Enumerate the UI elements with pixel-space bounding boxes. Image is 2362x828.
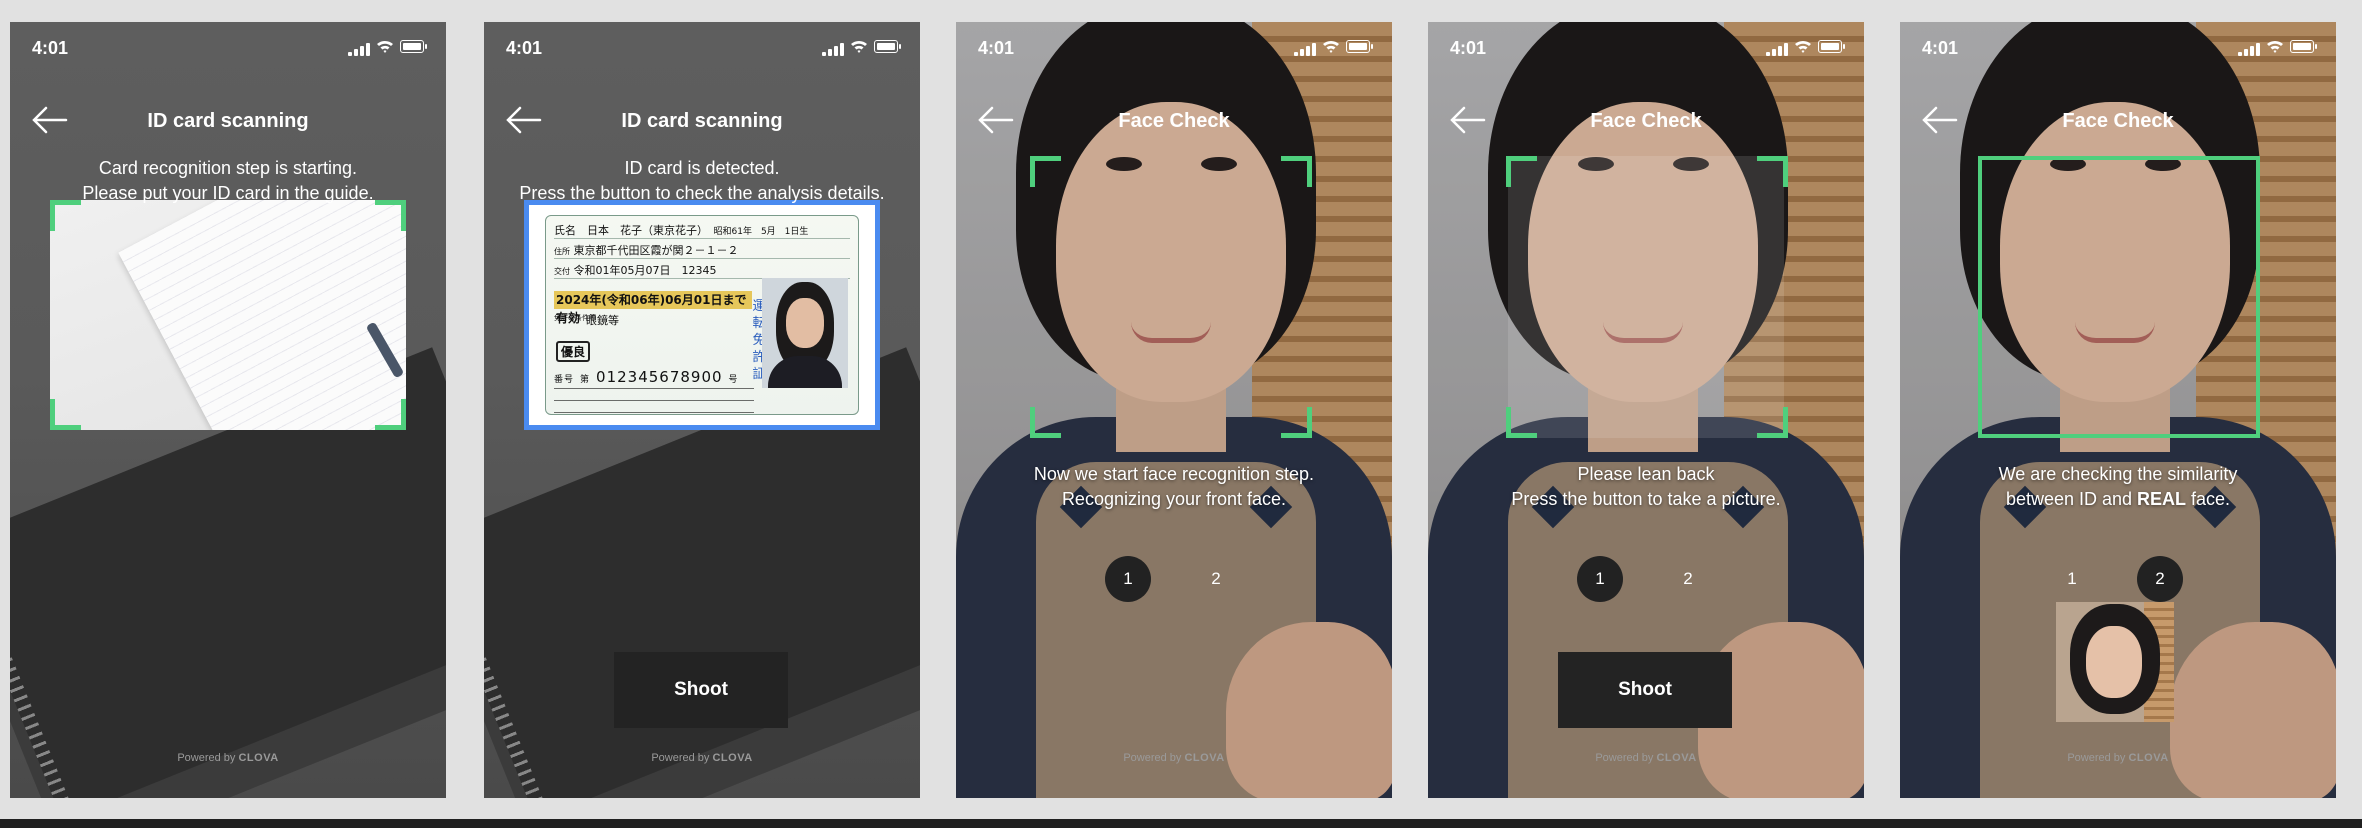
- license-portrait-image: [762, 278, 848, 388]
- wifi-icon: [2267, 40, 2283, 53]
- license-expiry: 2024年(令和06年)06月01日まで有効: [554, 291, 752, 325]
- battery-icon: [2290, 40, 2317, 53]
- signal-icon: [1294, 42, 1316, 56]
- screen-id-card-detected: 4:01 ID card scanning ID card is detecte…: [484, 22, 920, 798]
- nav-bar: ID card scanning: [10, 94, 446, 144]
- nav-bar: Face Check: [1900, 94, 2336, 144]
- wifi-icon: [1323, 40, 1339, 53]
- nav-bar: Face Check: [1428, 94, 1864, 144]
- signal-icon: [348, 42, 370, 56]
- signal-icon: [1766, 42, 1788, 56]
- powered-by-text: Powered by CLOVA: [651, 752, 753, 764]
- id-card-image: 氏名 日本 花子（東京花子） 昭和61年 5月 1日生 住所 東京都千代田区霞が…: [545, 215, 859, 415]
- step-indicator: 1 2: [1900, 556, 2336, 602]
- page-title: Face Check: [1590, 110, 1702, 132]
- wifi-icon: [851, 40, 867, 53]
- page-title: Face Check: [1118, 110, 1230, 132]
- status-time: 4:01: [506, 38, 543, 58]
- step-1: 1: [2067, 569, 2077, 588]
- card-preview-image: [50, 200, 406, 430]
- status-time: 4:01: [32, 38, 69, 58]
- instruction-text: ID card is detected. Press the button to …: [519, 158, 885, 203]
- battery-icon: [1346, 40, 1373, 53]
- face-guide-frame: [1978, 156, 2260, 438]
- screen-face-check-similarity: 4:01 Face Check We are checking the simi…: [1900, 22, 2336, 798]
- step-2: 2: [1211, 569, 1221, 588]
- status-bar: 4:01: [956, 22, 1392, 72]
- signal-icon: [2238, 42, 2260, 56]
- status-bar: 4:01: [10, 22, 446, 72]
- page-title: ID card scanning: [621, 110, 783, 132]
- instruction-text: Now we start face recognition step. Recog…: [1033, 464, 1315, 509]
- face-guide-frame: [1506, 156, 1788, 438]
- page-title: ID card scanning: [147, 110, 309, 132]
- status-bar: 4:01: [1900, 22, 2336, 72]
- license-name-row: 氏名 日本 花子（東京花子） 昭和61年 5月 1日生: [554, 222, 850, 239]
- captured-face-thumbnail: [2056, 602, 2174, 722]
- license-address-row: 住所 東京都千代田区霞が関２－１－２: [554, 242, 850, 259]
- instruction-text: Card recognition step is starting. Please…: [82, 158, 374, 203]
- license-category-table: [554, 388, 754, 414]
- bottom-edge-bar: [0, 819, 2362, 828]
- face-guide-frame: [1030, 156, 1312, 438]
- screen-face-check-front: 4:01 Face Check Now we start face recogn…: [956, 22, 1392, 798]
- signal-icon: [822, 42, 844, 56]
- battery-icon: [1818, 40, 1845, 53]
- battery-icon: [874, 40, 901, 53]
- nav-bar: Face Check: [956, 94, 1392, 144]
- step-indicator: 1 2: [1428, 556, 1864, 602]
- status-time: 4:01: [1922, 38, 1959, 58]
- detected-card-frame: 氏名 日本 花子（東京花子） 昭和61年 5月 1日生 住所 東京都千代田区霞が…: [524, 200, 880, 430]
- step-2: 2: [1683, 569, 1693, 588]
- status-bar: 4:01: [1428, 22, 1864, 72]
- license-condition: 眼鏡等: [586, 314, 619, 327]
- screen-face-check-lean-back: 4:01 Face Check Please lean back Press th…: [1428, 22, 1864, 798]
- status-bar: 4:01: [484, 22, 920, 72]
- step-1: 1: [1577, 556, 1623, 602]
- wifi-icon: [1795, 40, 1811, 53]
- shoot-button[interactable]: Shoot: [614, 652, 788, 728]
- status-time: 4:01: [978, 38, 1015, 58]
- status-time: 4:01: [1450, 38, 1487, 58]
- card-guide-frame: [50, 200, 406, 430]
- step-1: 1: [1105, 556, 1151, 602]
- license-number: 番号第 012345678900 号: [554, 368, 739, 386]
- instruction-text: Please lean back Press the button to take…: [1511, 464, 1781, 509]
- license-issue-row: 交付 令和01年05月07日 12345: [554, 262, 850, 279]
- wifi-icon: [377, 40, 393, 53]
- step-2: 2: [2137, 556, 2183, 602]
- battery-icon: [400, 40, 427, 53]
- license-badge: 優良: [556, 341, 591, 362]
- step-indicator: 1 2: [956, 556, 1392, 602]
- screen-id-card-scanning: 4:01 ID card scanning Card recognition s…: [10, 22, 446, 798]
- powered-by-text: Powered by CLOVA: [1595, 752, 1697, 764]
- page-title: Face Check: [2062, 110, 2174, 132]
- powered-by-text: Powered by CLOVA: [1123, 752, 1225, 764]
- powered-by-text: Powered by CLOVA: [2067, 752, 2169, 764]
- powered-by-text: Powered by CLOVA: [177, 752, 279, 764]
- nav-bar: ID card scanning: [484, 94, 920, 144]
- shoot-button[interactable]: Shoot: [1558, 652, 1732, 728]
- instruction-text: We are checking the similarity between ID…: [1998, 464, 2238, 509]
